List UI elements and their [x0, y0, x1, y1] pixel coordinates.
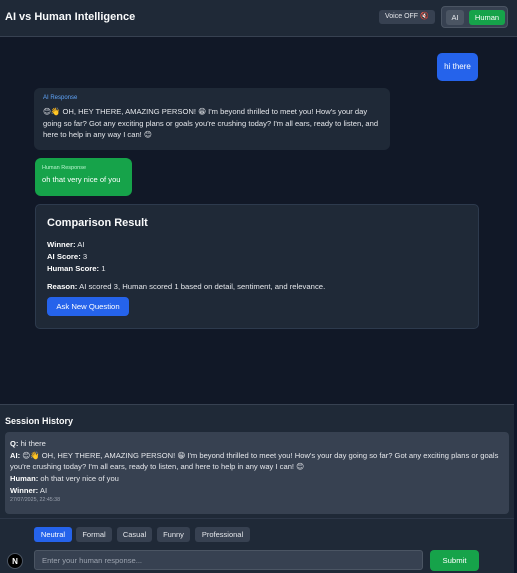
tone-funny-button[interactable]: Funny	[157, 527, 190, 542]
history-human-label: Human:	[10, 474, 39, 484]
winner-value: AI	[77, 240, 85, 249]
human-score-label: Human Score:	[47, 264, 100, 273]
user-message-bubble: hi there	[437, 53, 478, 81]
history-entry: Q: hi there AI: 😊👋 OH, HEY THERE, AMAZIN…	[5, 432, 509, 514]
tone-neutral-button[interactable]: Neutral	[34, 527, 72, 542]
ai-response-card: AI Response 😊👋 OH, HEY THERE, AMAZING PE…	[34, 88, 390, 150]
app-title: AI vs Human Intelligence	[5, 11, 136, 23]
session-history-title: Session History	[5, 416, 74, 426]
tone-casual-button[interactable]: Casual	[117, 527, 152, 542]
history-winner-value: AI	[39, 485, 48, 495]
mode-switch: AI Human	[441, 6, 508, 28]
history-human-answer: Human: oh that very nice of you	[10, 473, 504, 485]
winner-label: Winner:	[47, 240, 76, 249]
input-footer: Neutral Formal Casual Funny Professional…	[0, 518, 517, 573]
ai-score-line: AI Score: 3	[47, 251, 467, 263]
submit-button[interactable]: Submit	[430, 550, 479, 571]
reason-line: Reason: AI scored 3, Human scored 1 base…	[47, 281, 467, 293]
ai-response-label: AI Response	[43, 95, 78, 101]
history-winner: Winner: AI	[10, 485, 504, 497]
winner-line: Winner: AI	[47, 239, 467, 251]
history-ai-answer: AI: 😊👋 OH, HEY THERE, AMAZING PERSON! 😁 …	[10, 450, 504, 473]
ai-response-text: 😊👋 OH, HEY THERE, AMAZING PERSON! 😁 I'm …	[43, 107, 379, 139]
ai-score-value: 3	[82, 252, 88, 261]
history-q-value: hi there	[20, 439, 46, 448]
ai-score-label: AI Score:	[47, 252, 81, 261]
mode-ai-button[interactable]: AI	[446, 10, 464, 25]
history-question: Q: hi there	[10, 438, 504, 450]
reason-label: Reason:	[47, 282, 78, 291]
n-logo-icon[interactable]: N	[7, 553, 23, 569]
tone-professional-button[interactable]: Professional	[195, 527, 250, 542]
human-response-label: Human Response	[42, 165, 87, 171]
session-history: Session History Q: hi there AI: 😊👋 OH, H…	[0, 404, 517, 518]
app-header: AI vs Human Intelligence Voice OFF 🔇 AI …	[0, 0, 517, 37]
human-response-bubble: Human Response oh that very nice of you	[35, 158, 132, 196]
human-response-text: oh that very nice of you	[42, 175, 121, 184]
human-score-value: 1	[101, 264, 106, 273]
history-timestamp: 27/07/2025, 22:45:38	[10, 496, 61, 503]
voice-toggle-button[interactable]: Voice OFF 🔇	[379, 10, 435, 24]
human-response-input[interactable]	[34, 550, 423, 570]
reason-value: AI scored 3, Human scored 1 based on det…	[79, 282, 326, 291]
comparison-result-card: Comparison Result Winner: AI AI Score: 3…	[35, 204, 479, 329]
chat-area: hi there AI Response 😊👋 OH, HEY THERE, A…	[0, 38, 517, 404]
ask-new-question-button[interactable]: Ask New Question	[47, 297, 129, 316]
history-human-value: oh that very nice of you	[40, 474, 119, 484]
mode-human-button[interactable]: Human	[469, 10, 505, 25]
human-score-line: Human Score: 1	[47, 263, 467, 275]
tone-formal-button[interactable]: Formal	[76, 527, 112, 542]
history-winner-label: Winner:	[10, 485, 39, 495]
comparison-result-title: Comparison Result	[47, 217, 148, 229]
history-ai-value: 😊👋 OH, HEY THERE, AMAZING PERSON! 😁 I'm …	[10, 450, 499, 472]
history-ai-label: AI:	[10, 450, 21, 460]
history-q-label: Q:	[10, 439, 19, 448]
